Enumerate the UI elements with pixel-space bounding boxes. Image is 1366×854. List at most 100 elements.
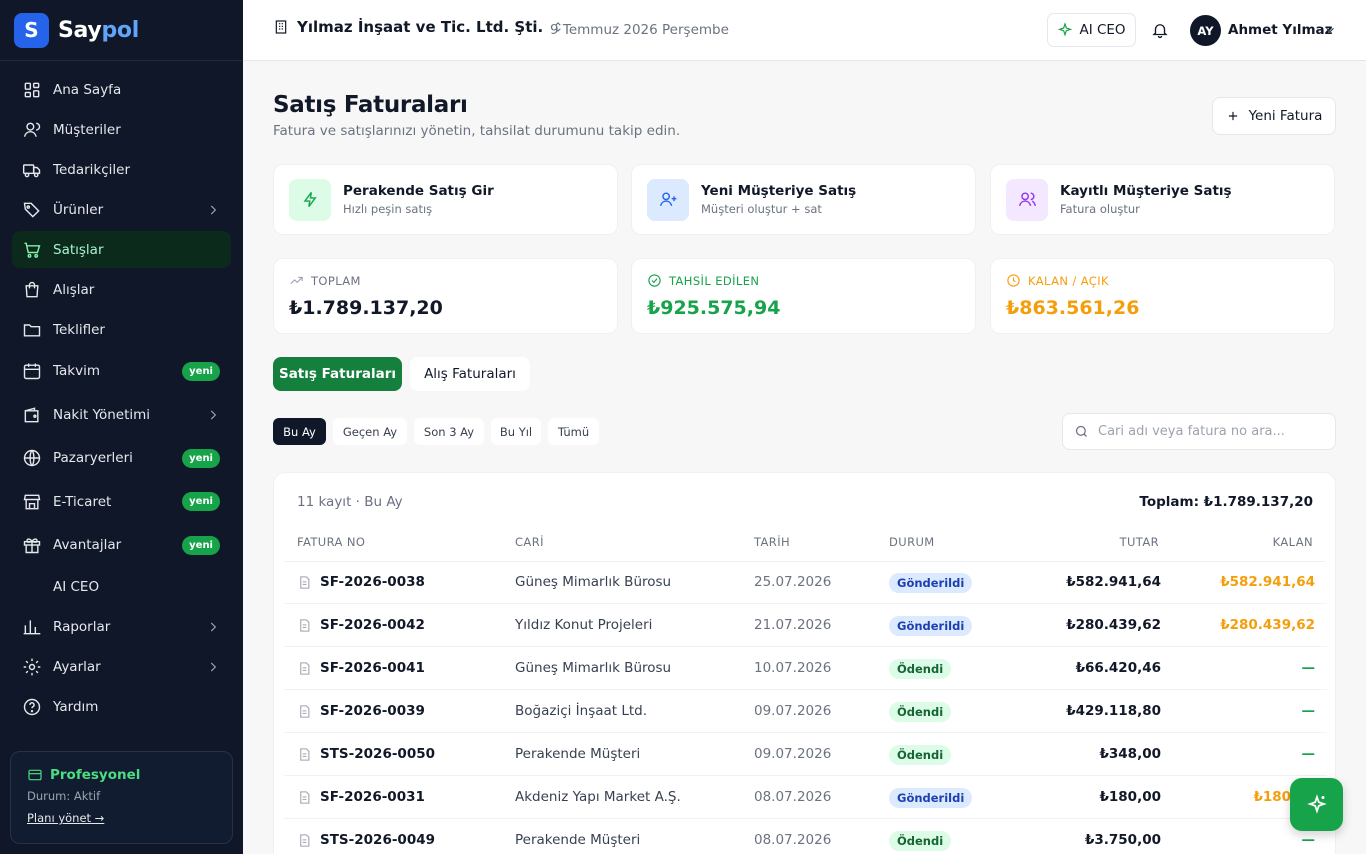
sidebar-item-teklifler[interactable]: Teklifler [12,311,231,348]
qa-subtitle: Hızlı peşin satış [343,202,433,216]
document-icon [300,618,310,632]
quick-action-retail-sale[interactable]: Perakende Satış Gir Hızlı peşin satış [273,164,618,235]
invoice-date: 09.07.2026 [754,746,832,762]
invoice-amount: ₺280.439,62 [1066,617,1161,633]
brand[interactable]: S Saypol [0,0,243,61]
sidebar-item-label: Satışlar [53,241,104,258]
period-this-year[interactable]: Bu Yıl [491,418,541,445]
sidebar-item-tedarikciler[interactable]: Tedarikçiler [12,151,231,188]
col-header-cari[interactable]: CARİ [515,535,544,549]
search-input[interactable] [1098,424,1318,439]
table-row[interactable]: SF-2026-0042 Yıldız Konut Projeleri 21.0… [284,604,1327,647]
invoice-amount: ₺429.118,80 [1066,703,1161,719]
sidebar-item-avantajlar[interactable]: Avantajlar yeni [12,525,231,565]
new-badge: yeni [182,361,220,381]
new-badge: yeni [182,535,220,555]
sidebar-item-ai-ceo[interactable]: AI CEO [12,569,231,606]
search-icon [1075,425,1087,437]
avatar[interactable]: AY [1190,15,1221,46]
sidebar-item-raporlar[interactable]: Raporlar [12,609,231,646]
col-header-status[interactable]: DURUM [889,535,935,549]
table-row[interactable]: STS-2026-0050 Perakende Müşteri 09.07.20… [284,733,1327,776]
invoice-date: 09.07.2026 [754,703,832,719]
sidebar-item-label: Pazaryerleri [53,450,133,466]
customer-name: Akdeniz Yapı Market A.Ş. [515,789,681,805]
period-all[interactable]: Tümü [548,418,599,445]
qa-subtitle: Müşteri oluştur + sat [701,202,822,216]
new-badge: yeni [182,448,220,468]
table-row[interactable]: SF-2026-0039 Boğaziçi İnşaat Ltd. 09.07.… [284,690,1327,733]
document-icon [300,747,310,761]
help-icon [23,698,41,716]
table-total: Toplam: ₺1.789.137,20 [1139,494,1313,510]
sidebar-item-pazaryerleri[interactable]: Pazaryerleri yeni [12,438,231,478]
wallet-icon [24,406,39,422]
document-icon [300,661,310,675]
document-icon [300,833,310,847]
invoice-remaining: — [1301,660,1316,676]
bag-icon [25,281,39,297]
tab-purchase-invoices[interactable]: Alış Faturaları [410,357,530,391]
stat-collected: TAHSİL EDİLEN ₺925.575,94 [631,258,976,334]
manage-plan-link[interactable]: Planı yönet → [27,811,104,825]
sidebar-item-ayarlar[interactable]: Ayarlar [12,649,231,686]
plan-status: Durum: Aktif [27,789,101,803]
status-badge: Gönderildi [889,616,973,636]
sidebar-item-e-ticaret[interactable]: E-Ticaret yeni [12,482,231,522]
ai-ceo-button[interactable]: AI CEO [1047,13,1136,47]
sidebar-item-nakit-yonetimi[interactable]: Nakit Yönetimi [12,395,231,435]
customer-name: Güneş Mimarlık Bürosu [515,660,672,676]
document-icon [300,575,310,589]
table-row[interactable]: SF-2026-0041 Güneş Mimarlık Bürosu 10.07… [284,647,1327,690]
new-invoice-button[interactable]: Yeni Fatura [1212,97,1336,135]
col-header-remaining[interactable]: KALAN [1273,535,1313,549]
stat-value: ₺1.789.137,20 [289,297,443,319]
period-last-3-months[interactable]: Son 3 Ay [414,418,484,445]
globe-icon [23,449,41,467]
tab-sales-invoices[interactable]: Satış Faturaları [273,357,402,391]
sidebar-item-musteriler[interactable]: Müşteriler [12,111,231,148]
col-header-date[interactable]: TARİH [754,535,790,549]
sidebar-item-label: AI CEO [53,579,100,595]
quick-action-registered-customer-sale[interactable]: Kayıtlı Müşteriye Satış Fatura oluştur [990,164,1335,235]
stat-label: TAHSİL EDİLEN [669,273,760,288]
current-date: 9 Temmuz 2026 Perşembe [550,22,729,38]
invoice-no: SF-2026-0038 [320,574,425,590]
chevron-down-icon[interactable] [1323,23,1337,37]
sidebar-item-label: Yardım [53,699,99,715]
truck-icon [22,163,41,177]
sidebar-item-label: Tedarikçiler [53,161,130,178]
stat-value: ₺925.575,94 [647,297,781,319]
invoice-amount: ₺66.420,46 [1075,660,1161,676]
col-header-invoice-no[interactable]: FATURA NO [297,535,365,549]
sidebar-item-urunler[interactable]: Ürünler [12,191,231,228]
period-last-month[interactable]: Geçen Ay [333,418,407,445]
sidebar-item-ana-sayfa[interactable]: Ana Sayfa [12,71,231,108]
status-badge: Ödendi [889,702,952,722]
period-this-month[interactable]: Bu Ay [273,418,326,445]
quick-action-new-customer-sale[interactable]: Yeni Müşteriye Satış Müşteri oluştur + s… [631,164,976,235]
qa-title: Perakende Satış Gir [343,183,494,199]
sidebar-item-takvim[interactable]: Takvim yeni [12,351,231,391]
sidebar-item-yardim[interactable]: Yardım [12,689,231,726]
sidebar-item-label: E-Ticaret [53,493,112,510]
table-row[interactable]: SF-2026-0031 Akdeniz Yapı Market A.Ş. 08… [284,776,1327,819]
topbar: Yılmaz İnşaat ve Tic. Ltd. Şti. 9 Temmuz… [243,0,1366,61]
table-row[interactable]: STS-2026-0049 Perakende Müşteri 08.07.20… [284,819,1327,854]
user-name[interactable]: Ahmet Yılmaz [1228,22,1333,38]
invoice-no: STS-2026-0050 [320,746,436,762]
stat-label: TOPLAM [311,273,361,288]
grid-icon [24,82,40,97]
sidebar-item-satislar[interactable]: Satışlar [12,231,231,268]
company-selector[interactable]: Yılmaz İnşaat ve Tic. Ltd. Şti. [273,18,573,36]
ai-assistant-fab[interactable] [1290,778,1343,831]
table-row[interactable]: SF-2026-0038 Güneş Mimarlık Bürosu 25.07… [284,561,1327,604]
col-header-amount[interactable]: TUTAR [1120,535,1159,549]
sidebar-item-alislar[interactable]: Alışlar [12,271,231,308]
invoice-remaining: — [1301,703,1316,719]
sidebar-item-label: Ürünler [53,201,104,218]
new-badge: yeni [182,492,220,511]
bell-icon[interactable] [1151,21,1169,39]
invoice-amount: ₺582.941,64 [1066,574,1161,590]
search-box[interactable] [1062,413,1336,450]
